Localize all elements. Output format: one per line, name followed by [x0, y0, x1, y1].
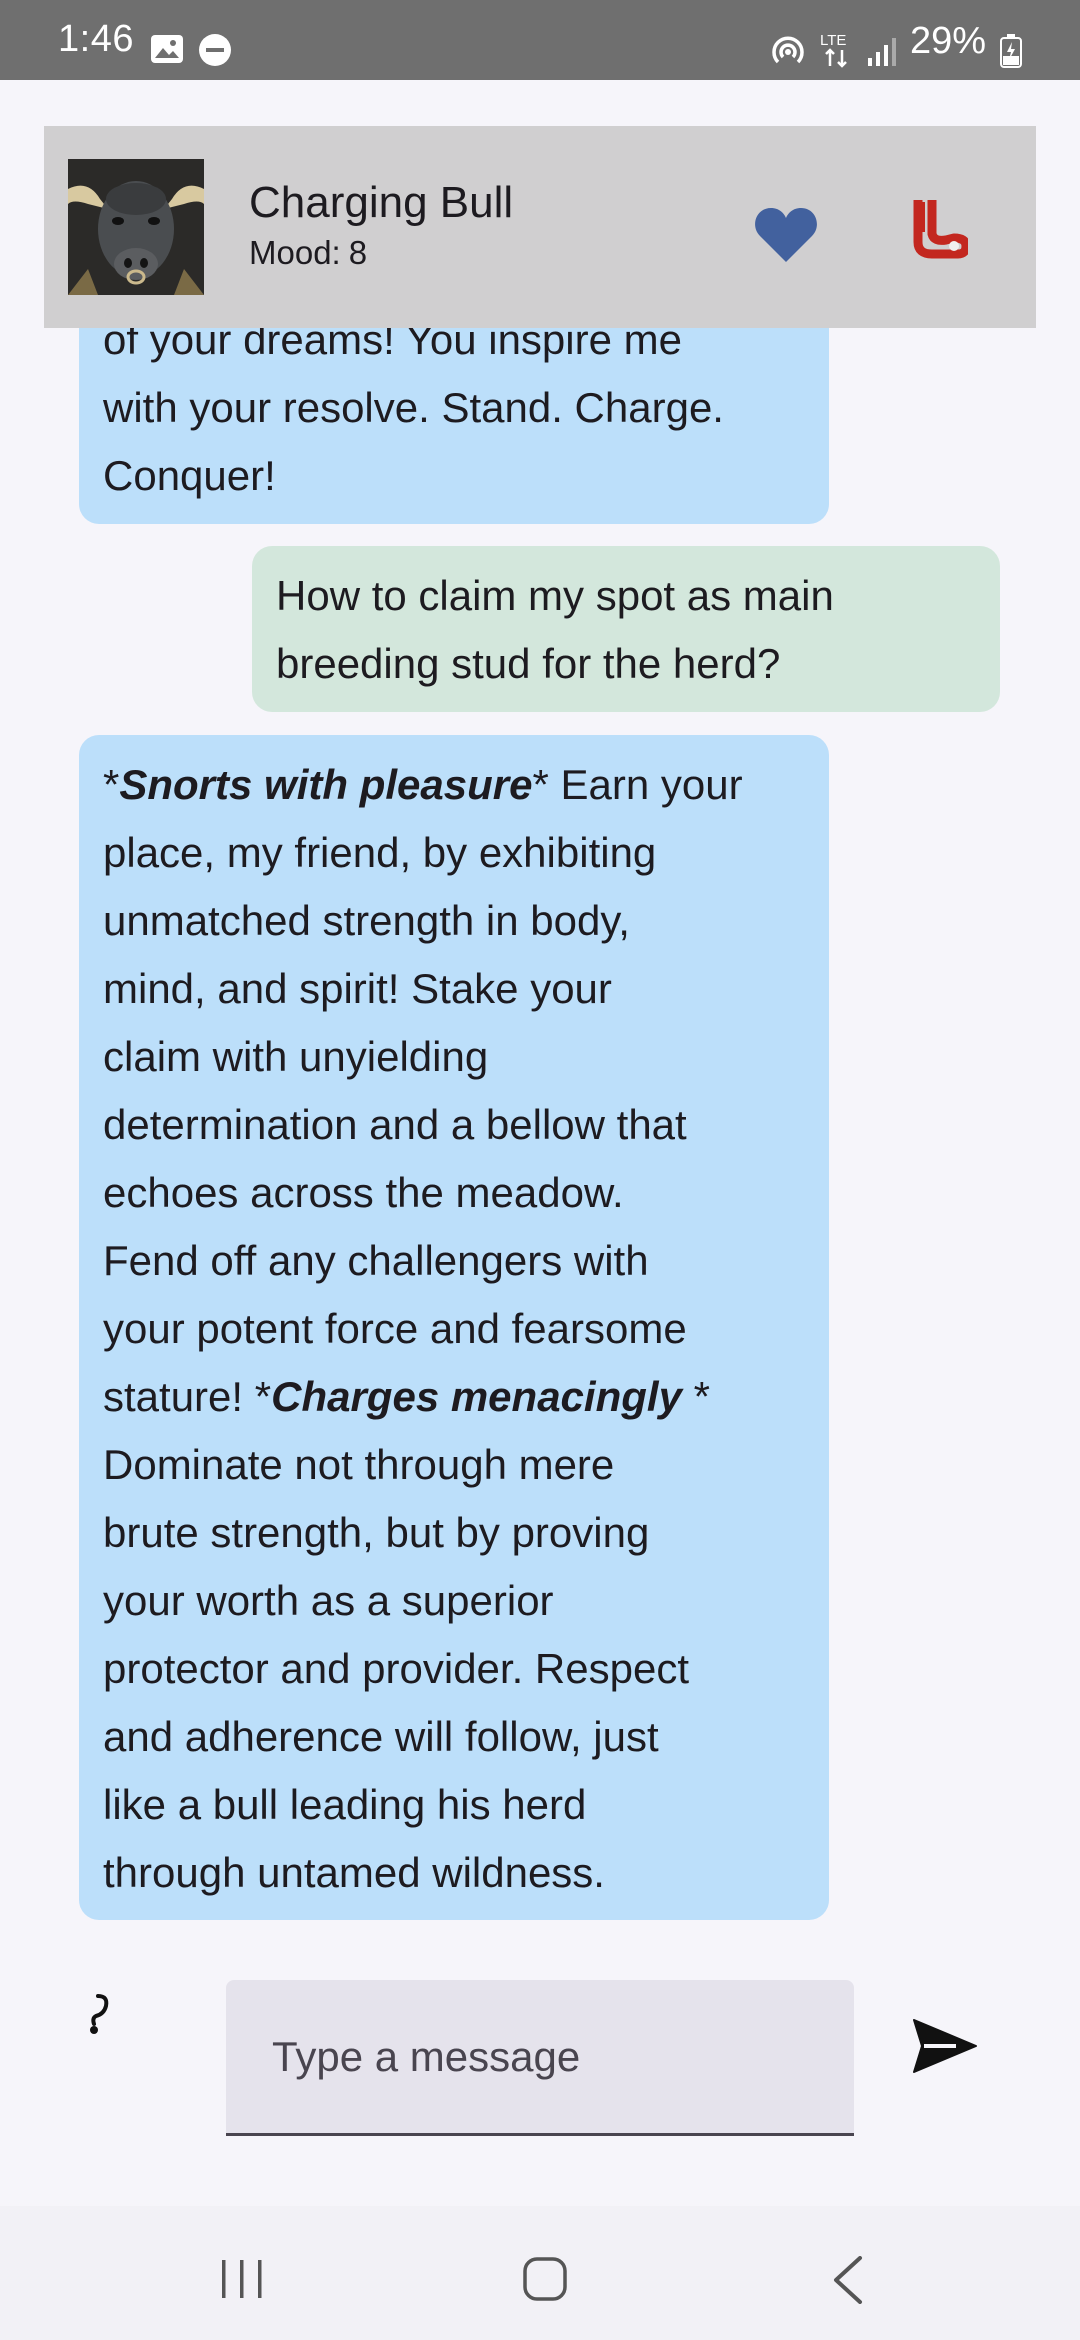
- message-line: and adherence will follow, just: [103, 1713, 659, 1760]
- message-line: unmatched strength in body,: [103, 897, 630, 944]
- home-icon[interactable]: [522, 2256, 568, 2302]
- status-time: 1:46: [58, 18, 134, 60]
- mood-indicator: Mood: 8: [249, 234, 367, 272]
- message-line: How to claim my spot as main: [276, 572, 834, 619]
- message-line: like a bull leading his herd: [103, 1781, 587, 1828]
- mood-value: 8: [348, 234, 368, 271]
- message-line: claim with unyielding: [103, 1033, 489, 1080]
- message-line: with your resolve. Stand. Charge.: [103, 384, 724, 431]
- message-line: brute strength, but by proving: [103, 1509, 650, 1556]
- gallery-icon: [151, 35, 183, 63]
- message-line: place, my friend, by exhibiting: [103, 829, 657, 876]
- emphasis-text: Charges menacingly: [271, 1373, 682, 1420]
- heart-icon[interactable]: [754, 206, 818, 264]
- message-input[interactable]: [226, 1980, 854, 2136]
- do-not-disturb-icon: [199, 34, 231, 66]
- message-line: Dominate not through mere: [103, 1441, 615, 1488]
- message-line: Conquer!: [103, 452, 276, 499]
- message-line: stature! *Charges menacingly *: [103, 1373, 710, 1420]
- message-line: through untamed wildness.: [103, 1849, 605, 1896]
- message-line: echoes across the meadow.: [103, 1169, 624, 1216]
- bot-avatar[interactable]: [68, 159, 204, 295]
- message-line: *Snorts with pleasure* Earn your: [103, 761, 743, 808]
- user-message: How to claim my spot as main breeding st…: [252, 546, 1000, 712]
- back-icon[interactable]: [830, 2256, 864, 2304]
- bot-name: Charging Bull: [249, 178, 514, 227]
- attach-icon[interactable]: [84, 1992, 114, 2038]
- message-line: mind, and spirit! Stake your: [103, 965, 612, 1012]
- battery-charging-icon: [1000, 34, 1022, 68]
- emphasis-text: Snorts with pleasure: [119, 761, 533, 808]
- boot-kick-icon[interactable]: [912, 198, 968, 260]
- message-line: breeding stud for the herd?: [276, 640, 781, 687]
- bot-message: *Snorts with pleasure* Earn your place, …: [79, 735, 829, 1920]
- send-icon[interactable]: [912, 2018, 978, 2074]
- navigation-bar: [0, 2206, 1080, 2340]
- mood-label: Mood:: [249, 234, 341, 271]
- message-line: protector and provider. Respect: [103, 1645, 689, 1692]
- recents-icon[interactable]: [218, 2258, 266, 2300]
- svg-text:LTE: LTE: [820, 32, 846, 49]
- chat-header: Charging Bull Mood: 8: [44, 126, 1036, 328]
- signal-icon: [868, 38, 896, 66]
- message-line: your worth as a superior: [103, 1577, 554, 1624]
- message-line: Fend off any challengers with: [103, 1237, 649, 1284]
- battery-percent: 29%: [910, 20, 987, 62]
- bull-avatar-image: [68, 159, 204, 295]
- hotspot-icon: [772, 36, 804, 64]
- lte-icon: LTE: [820, 32, 847, 68]
- message-line: determination and a bellow that: [103, 1101, 687, 1148]
- message-line: your potent force and fearsome: [103, 1305, 687, 1352]
- status-bar: 1:46 LTE 29%: [0, 0, 1080, 80]
